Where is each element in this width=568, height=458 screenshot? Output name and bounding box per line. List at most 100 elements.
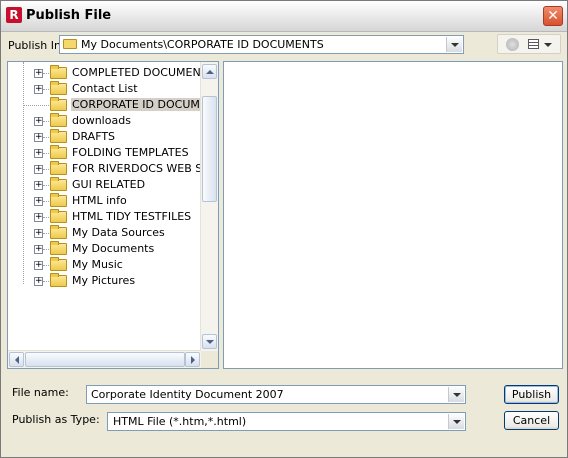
tree-node-label: My Data Sources xyxy=(72,226,165,239)
tree-node-label: My Pictures xyxy=(72,274,136,287)
tree-node-label: HTML info xyxy=(72,194,127,207)
tree-node[interactable]: + downloads xyxy=(8,113,204,129)
folder-toolbar xyxy=(497,34,561,54)
folder-icon xyxy=(50,241,67,255)
file-name-label: File name: xyxy=(12,386,69,399)
tree-node-label: HTML TIDY TESTFILES xyxy=(72,210,192,223)
tree-node[interactable]: CORPORATE ID DOCUME xyxy=(8,97,208,113)
tree-node[interactable]: + My Music xyxy=(8,257,204,273)
expand-plus-icon[interactable]: + xyxy=(34,133,43,142)
tree-node[interactable]: + FOLDING TEMPLATES xyxy=(8,145,204,161)
tree-connector xyxy=(43,233,49,234)
publish-in-value: My Documents\CORPORATE ID DOCUMENTS xyxy=(81,38,324,51)
expand-plus-icon[interactable]: + xyxy=(34,277,43,286)
file-name-input[interactable]: Corporate Identity Document 2007 xyxy=(86,385,466,404)
tree-vertical-scrollbar[interactable] xyxy=(200,62,218,351)
tree-connector xyxy=(43,169,49,170)
tree-node-label: DRAFTS xyxy=(72,130,116,143)
folder-icon xyxy=(50,65,67,79)
title-bar[interactable]: R Publish File ✕ xyxy=(1,1,567,32)
expand-plus-icon[interactable]: + xyxy=(34,165,43,174)
expand-plus-icon[interactable]: + xyxy=(34,213,43,222)
scroll-down-button[interactable] xyxy=(202,334,217,349)
publish-in-label: Publish In: xyxy=(8,39,65,52)
up-folder-icon[interactable] xyxy=(506,38,519,51)
folder-icon xyxy=(50,113,67,127)
horizontal-scroll-thumb[interactable] xyxy=(25,352,185,367)
tree-node[interactable]: + HTML TIDY TESTFILES xyxy=(8,209,204,225)
folder-icon xyxy=(50,145,67,159)
tree-node[interactable]: + DRAFTS xyxy=(8,129,204,145)
tree-node-label: CORPORATE ID DOCUME xyxy=(71,98,208,111)
expand-plus-icon[interactable]: + xyxy=(34,69,43,78)
tree-connector xyxy=(43,153,49,154)
chevron-down-icon[interactable] xyxy=(448,414,464,429)
publish-button[interactable]: Publish xyxy=(504,385,559,404)
chevron-down-icon[interactable] xyxy=(448,387,464,402)
tree-node[interactable]: + My Data Sources xyxy=(8,225,204,241)
tree-connector xyxy=(43,137,49,138)
expand-plus-icon[interactable]: + xyxy=(34,229,43,238)
tree-node[interactable]: + My Pictures xyxy=(8,273,204,289)
folder-icon xyxy=(50,177,67,191)
tree-connector xyxy=(23,105,49,106)
tree-connector xyxy=(43,201,49,202)
tree-node-label: My Music xyxy=(72,258,123,271)
dialog-title: Publish File xyxy=(26,8,112,23)
scroll-left-button[interactable] xyxy=(9,352,24,367)
app-logo-icon: R xyxy=(6,7,22,23)
folder-icon xyxy=(50,257,67,271)
tree-connector xyxy=(43,73,49,74)
tree-node[interactable]: + FOR RIVERDOCS WEB SI xyxy=(8,161,206,177)
cancel-button[interactable]: Cancel xyxy=(504,411,559,430)
view-menu-icon[interactable] xyxy=(528,39,539,49)
expand-plus-icon[interactable]: + xyxy=(34,197,43,206)
tree-node-label: FOR RIVERDOCS WEB SI xyxy=(72,162,206,175)
folder-icon xyxy=(50,193,67,207)
tree-connector xyxy=(43,185,49,186)
chevron-down-icon[interactable] xyxy=(446,37,462,52)
tree-connector xyxy=(43,265,49,266)
publish-as-type-dropdown[interactable]: HTML File (*.htm,*.html) xyxy=(107,412,466,431)
folder-icon xyxy=(50,129,67,143)
tree-node[interactable]: + HTML info xyxy=(8,193,204,209)
folder-icon xyxy=(50,209,67,223)
tree-horizontal-scrollbar[interactable] xyxy=(8,350,201,368)
publish-as-type-label: Publish as Type: xyxy=(12,413,100,426)
tree-connector xyxy=(43,281,49,282)
file-list-pane[interactable] xyxy=(223,61,563,369)
expand-plus-icon[interactable]: + xyxy=(34,245,43,254)
scroll-right-button[interactable] xyxy=(185,352,200,367)
tree-node-label: GUI RELATED xyxy=(72,178,146,191)
folder-icon xyxy=(50,273,67,287)
publish-as-type-value: HTML File (*.htm,*.html) xyxy=(113,415,247,428)
tree-node-label: Contact List xyxy=(72,82,138,95)
publish-file-dialog: R Publish File ✕ Publish In: My Document… xyxy=(0,0,568,458)
folder-tree[interactable]: + COMPLETED DOCUMENT + Contact List CORPORAT… xyxy=(7,61,219,369)
folder-icon xyxy=(50,225,67,239)
tree-node[interactable]: + My Documents xyxy=(8,241,204,257)
folder-icon xyxy=(63,39,77,49)
tree-node[interactable]: + Contact List xyxy=(8,81,204,97)
folder-icon xyxy=(50,97,67,111)
view-dropdown-icon[interactable] xyxy=(544,43,552,47)
publish-in-dropdown[interactable]: My Documents\CORPORATE ID DOCUMENTS xyxy=(59,35,464,54)
expand-plus-icon[interactable]: + xyxy=(34,181,43,190)
expand-plus-icon[interactable]: + xyxy=(34,117,43,126)
scroll-thumb[interactable] xyxy=(202,96,217,202)
tree-node[interactable]: + GUI RELATED xyxy=(8,177,204,193)
folder-icon xyxy=(50,81,67,95)
close-button[interactable]: ✕ xyxy=(543,6,563,26)
scroll-up-button[interactable] xyxy=(202,64,217,79)
tree-node-label: downloads xyxy=(72,114,131,127)
tree-connector xyxy=(43,121,49,122)
folder-icon xyxy=(50,161,67,175)
expand-plus-icon[interactable]: + xyxy=(34,85,43,94)
tree-node[interactable]: + COMPLETED DOCUMENT xyxy=(8,65,207,81)
tree-connector xyxy=(43,89,49,90)
file-name-value: Corporate Identity Document 2007 xyxy=(91,388,284,401)
scrollbar-corner xyxy=(201,351,218,368)
expand-plus-icon[interactable]: + xyxy=(34,149,43,158)
tree-connector xyxy=(43,217,49,218)
expand-plus-icon[interactable]: + xyxy=(34,261,43,270)
